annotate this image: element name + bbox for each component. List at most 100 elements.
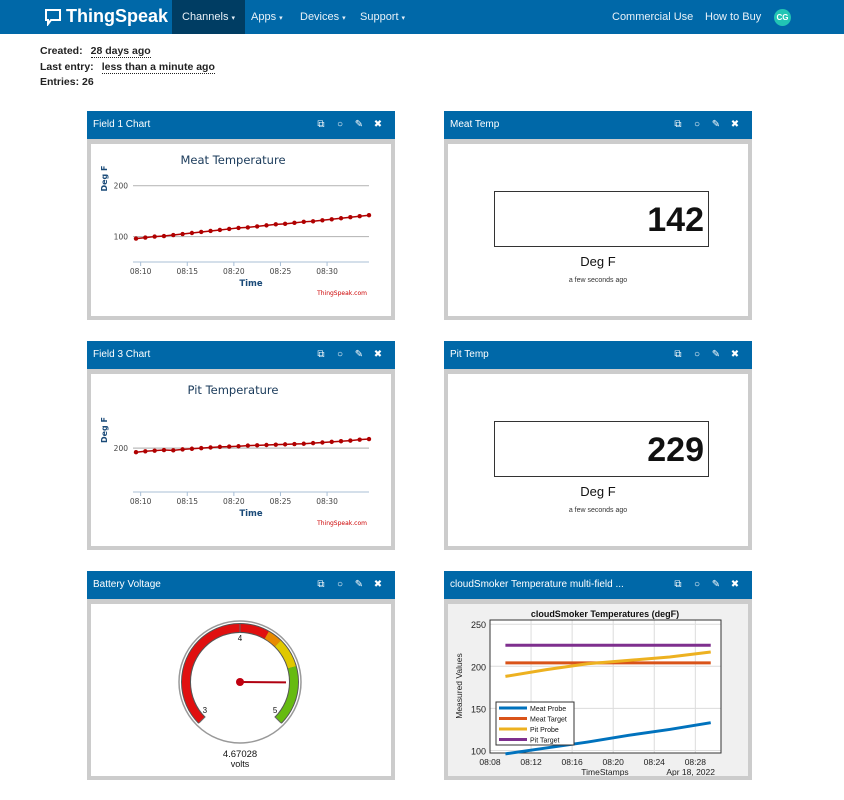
data-point (310, 219, 316, 224)
data-point (236, 225, 241, 231)
comment-icon[interactable]: ○ (692, 341, 702, 369)
panel-header: cloudSmoker Temperature multi-field ... … (444, 571, 752, 599)
close-icon[interactable]: ✖ (373, 571, 383, 599)
comment-icon[interactable]: ○ (335, 341, 345, 369)
y-axis-label: Deg F (100, 417, 109, 443)
x-tick-label: 08:20 (223, 267, 245, 276)
data-point (301, 441, 306, 446)
created-label: Created: (40, 45, 83, 57)
x-tick-label: 08:24 (644, 757, 666, 767)
created-value[interactable]: 28 days ago (90, 45, 151, 58)
y-tick-label: 200 (114, 444, 129, 453)
external-link-icon[interactable]: ⧉ (316, 571, 326, 599)
nav-apps[interactable]: Apps ▾ (241, 0, 293, 34)
y-axis-label: Measured Values (454, 653, 464, 719)
data-point (348, 438, 353, 443)
x-tick-label: 08:25 (270, 497, 292, 506)
data-point (199, 229, 204, 235)
external-link-icon[interactable]: ⧉ (673, 111, 683, 139)
nav-devices[interactable]: Devices ▾ (290, 0, 356, 34)
pencil-icon[interactable]: ✎ (711, 111, 721, 139)
panel-multi-field-chart: cloudSmoker Temperature multi-field ... … (444, 571, 752, 780)
data-point (329, 217, 334, 222)
comment-icon[interactable]: ○ (692, 111, 702, 139)
external-link-icon[interactable]: ⧉ (673, 341, 683, 369)
data-point (227, 444, 232, 449)
caret-down-icon: ▾ (279, 15, 283, 22)
nav-commercial-use[interactable]: Commercial Use (602, 0, 703, 34)
last-entry-value[interactable]: less than a minute ago (101, 61, 215, 74)
legend-label: Meat Target (530, 717, 567, 724)
gauge-tick-label: 3 (203, 706, 208, 715)
close-icon[interactable]: ✖ (730, 571, 740, 599)
nav-label: Apps (251, 11, 277, 23)
close-icon[interactable]: ✖ (373, 111, 383, 139)
comment-icon[interactable]: ○ (335, 571, 345, 599)
y-tick-label: 200 (114, 182, 129, 191)
nav-label: Devices (300, 11, 340, 23)
nav-label: Support (360, 11, 399, 23)
thingspeak-logo[interactable]: ThingSpeak™ (44, 6, 179, 27)
data-point (320, 218, 325, 223)
data-point (357, 437, 362, 442)
comment-icon[interactable]: ○ (335, 111, 345, 139)
user-avatar[interactable]: CG (774, 9, 791, 26)
y-tick-label: 250 (471, 620, 486, 630)
chart-title: cloudSmoker Temperatures (degF) (531, 609, 679, 619)
data-point (208, 445, 213, 450)
panel-field1-chart: Field 1 Chart ⧉ ○ ✎ ✖ Meat Temperature 100 20… (87, 111, 395, 320)
data-point (227, 226, 232, 232)
nav-how-to-buy[interactable]: How to Buy (695, 0, 771, 34)
pencil-icon[interactable]: ✎ (711, 571, 721, 599)
close-icon[interactable]: ✖ (373, 341, 383, 369)
external-link-icon[interactable]: ⧉ (673, 571, 683, 599)
data-point (199, 445, 204, 451)
x-tick-label: 08:25 (270, 267, 292, 276)
nav-channels[interactable]: Channels ▾ (172, 0, 245, 34)
comment-icon[interactable]: ○ (692, 571, 702, 599)
x-tick-label: 08:10 (130, 267, 152, 276)
data-point (180, 447, 185, 452)
top-navbar: ThingSpeak™ Channels▾ Apps▾ Devices▾ Sup… (0, 0, 844, 34)
pencil-icon[interactable]: ✎ (711, 341, 721, 369)
numeric-display-unit: Deg F (580, 484, 616, 499)
data-point (254, 443, 260, 448)
y-tick-label: 100 (471, 746, 486, 756)
data-point (310, 440, 316, 446)
close-icon[interactable]: ✖ (730, 341, 740, 369)
panel-field3-chart: Field 3 Chart ⧉ ○ ✎ ✖ Pit Temperature 200 08:… (87, 341, 395, 550)
x-tick-label: 08:08 (479, 757, 501, 767)
data-point (273, 442, 278, 447)
x-tick-label: 08:10 (130, 497, 152, 506)
entries-count: Entries: 26 (40, 76, 94, 88)
data-point (273, 222, 278, 227)
data-point (133, 236, 139, 241)
pencil-icon[interactable]: ✎ (354, 111, 364, 139)
x-tick-label: 08:30 (316, 497, 338, 506)
data-point (189, 446, 195, 451)
panel-header: Battery Voltage ⧉ ○ ✎ ✖ (87, 571, 395, 599)
meat-temperature-chart: Meat Temperature 100 200 08:10 08:15 08:20 08:… (100, 153, 372, 297)
x-tick-label: 08:30 (316, 267, 338, 276)
nav-support[interactable]: Support ▾ (350, 0, 415, 34)
caret-down-icon: ▾ (231, 15, 235, 22)
pencil-icon[interactable]: ✎ (354, 571, 364, 599)
y-tick-label: 200 (471, 662, 486, 672)
legend-label: Meat Probe (530, 706, 566, 713)
external-link-icon[interactable]: ⧉ (316, 111, 326, 139)
data-point (152, 234, 157, 239)
panel-body: Meat Temperature 100 200 08:10 08:15 08:20 08:… (91, 144, 391, 316)
numeric-display-unit: Deg F (580, 254, 616, 269)
data-point (254, 224, 260, 229)
close-icon[interactable]: ✖ (730, 111, 740, 139)
data-point (366, 436, 372, 442)
external-link-icon[interactable]: ⧉ (316, 341, 326, 369)
pencil-icon[interactable]: ✎ (354, 341, 364, 369)
panel-title: Meat Temp (450, 119, 500, 130)
y-tick-label: 100 (114, 233, 129, 242)
x-tick-label: 08:15 (176, 267, 198, 276)
caret-down-icon: ▾ (342, 15, 346, 22)
data-point (329, 439, 334, 445)
pit-temperature-chart: Pit Temperature 200 08:10 08:15 08:20 08:25 08… (100, 383, 372, 527)
data-point (282, 442, 288, 447)
